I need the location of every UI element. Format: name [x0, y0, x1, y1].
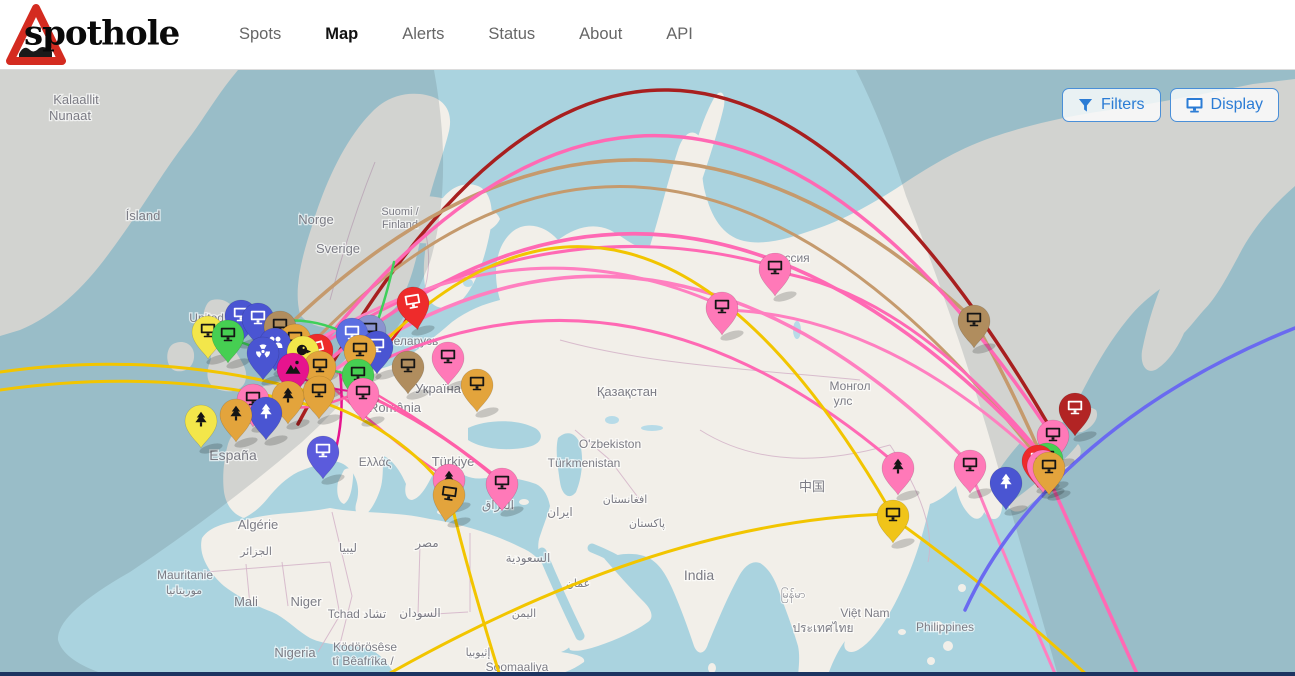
island [958, 584, 966, 592]
filters-button-label: Filters [1101, 96, 1145, 114]
island [355, 520, 369, 528]
map-label: Mali [234, 594, 258, 609]
map-label: Ísland [126, 208, 161, 223]
lake [605, 416, 619, 424]
island [519, 499, 529, 505]
nav-item-map[interactable]: Map [325, 25, 358, 44]
map-label: မြန်မာ [781, 587, 806, 603]
map-label: Ködörösêse [333, 640, 397, 654]
map-label: India [684, 567, 715, 583]
filters-button[interactable]: Filters [1062, 88, 1161, 122]
map-label: إثيوبيا [466, 647, 491, 659]
map-label: مصر [414, 536, 438, 551]
map-label: Монгол [830, 379, 871, 393]
map-label: 中国 [799, 479, 825, 494]
map-label: Việt Nam [840, 606, 889, 620]
island [927, 657, 935, 665]
map-label: Қазақстан [597, 384, 657, 399]
map-label: Tchad تشاد [328, 607, 386, 621]
map-label: Sverige [316, 241, 360, 256]
nav-item-api[interactable]: API [666, 25, 693, 44]
map-label: Nunaat [49, 108, 91, 123]
app-header: spothole Spots Map Alerts Status About API [0, 0, 1295, 70]
map-label: O'zbekiston [579, 437, 641, 451]
map-label: ليبيا [339, 541, 357, 555]
map-label: السودان [399, 606, 440, 621]
map-label: Kalaallit [53, 92, 99, 107]
map-label: ایران [547, 505, 572, 520]
lake [641, 425, 663, 431]
map-label: tî Bêafrîka / [332, 654, 394, 668]
display-button[interactable]: Display [1170, 88, 1279, 122]
map-label: Norge [298, 212, 333, 227]
map-label: ประเทศไทย [792, 621, 853, 635]
brand-name: spothole [24, 13, 179, 53]
display-monitor-icon [1186, 97, 1203, 113]
island [943, 641, 953, 651]
nav-item-alerts[interactable]: Alerts [402, 25, 444, 44]
map-label: السعودية [506, 551, 551, 566]
map-label: Niger [290, 594, 322, 609]
footer-strip [0, 672, 1295, 676]
map-label: улс [834, 394, 853, 408]
nav-item-about[interactable]: About [579, 25, 622, 44]
main-nav: Spots Map Alerts Status About API [239, 25, 693, 44]
map-container[interactable]: KalaallitNunaat Ísland Norge Sverige Suomi /… [0, 70, 1295, 672]
nav-item-spots[interactable]: Spots [239, 25, 281, 44]
map-label: الجزائر [239, 546, 272, 558]
map-label: Suomi / [381, 206, 419, 218]
map-label: پاکستان [629, 518, 665, 530]
map-label: موريتانيا [166, 585, 202, 597]
map-label: Mauritanie [157, 568, 213, 582]
map-label: افغانستان [603, 494, 648, 506]
map-label: Ελλάς [359, 455, 392, 469]
map-label: Philippines [916, 620, 974, 634]
nav-item-status[interactable]: Status [488, 25, 535, 44]
filter-funnel-icon [1078, 98, 1093, 113]
map-canvas[interactable]: KalaallitNunaat Ísland Norge Sverige Suomi /… [0, 70, 1295, 672]
map-label: Türkmenistan [548, 456, 621, 470]
map-label: Algérie [238, 517, 278, 532]
display-button-label: Display [1211, 96, 1263, 114]
map-label: Nigeria [274, 645, 316, 660]
map-controls: Filters Display [1062, 88, 1279, 122]
island [898, 629, 906, 635]
brand-logo[interactable]: spothole [0, 0, 205, 70]
